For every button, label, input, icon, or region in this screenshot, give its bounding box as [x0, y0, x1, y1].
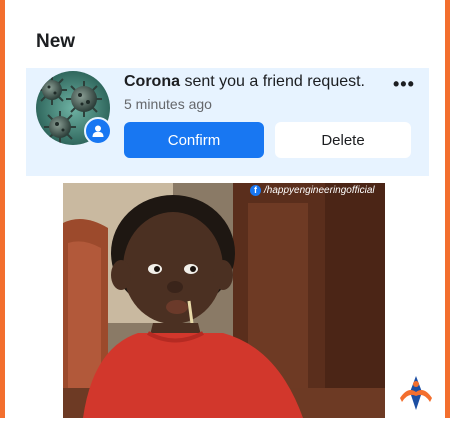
delete-button[interactable]: Delete: [275, 122, 411, 158]
notification-message: sent you a friend request.: [180, 73, 365, 90]
meme-watermark: f /happyengineeringofficial: [250, 183, 375, 197]
notification-text: Corona sent you a friend request.: [124, 73, 365, 91]
confirm-button[interactable]: Confirm: [124, 122, 264, 158]
more-horizontal-icon[interactable]: •••: [393, 74, 415, 95]
frame-border-left: [0, 0, 5, 418]
boy-meme-photo: [63, 183, 385, 418]
sender-name[interactable]: Corona: [124, 73, 180, 90]
meme-image: [63, 183, 385, 418]
watermark-text: /happyengineeringofficial: [264, 184, 375, 196]
facebook-icon: f: [250, 184, 261, 196]
notification-timestamp: 5 minutes ago: [124, 96, 212, 112]
brand-logo-icon: [394, 372, 438, 416]
friend-request-person-icon: [84, 117, 112, 145]
section-heading: New: [36, 31, 76, 52]
frame-border-right: [445, 0, 450, 418]
